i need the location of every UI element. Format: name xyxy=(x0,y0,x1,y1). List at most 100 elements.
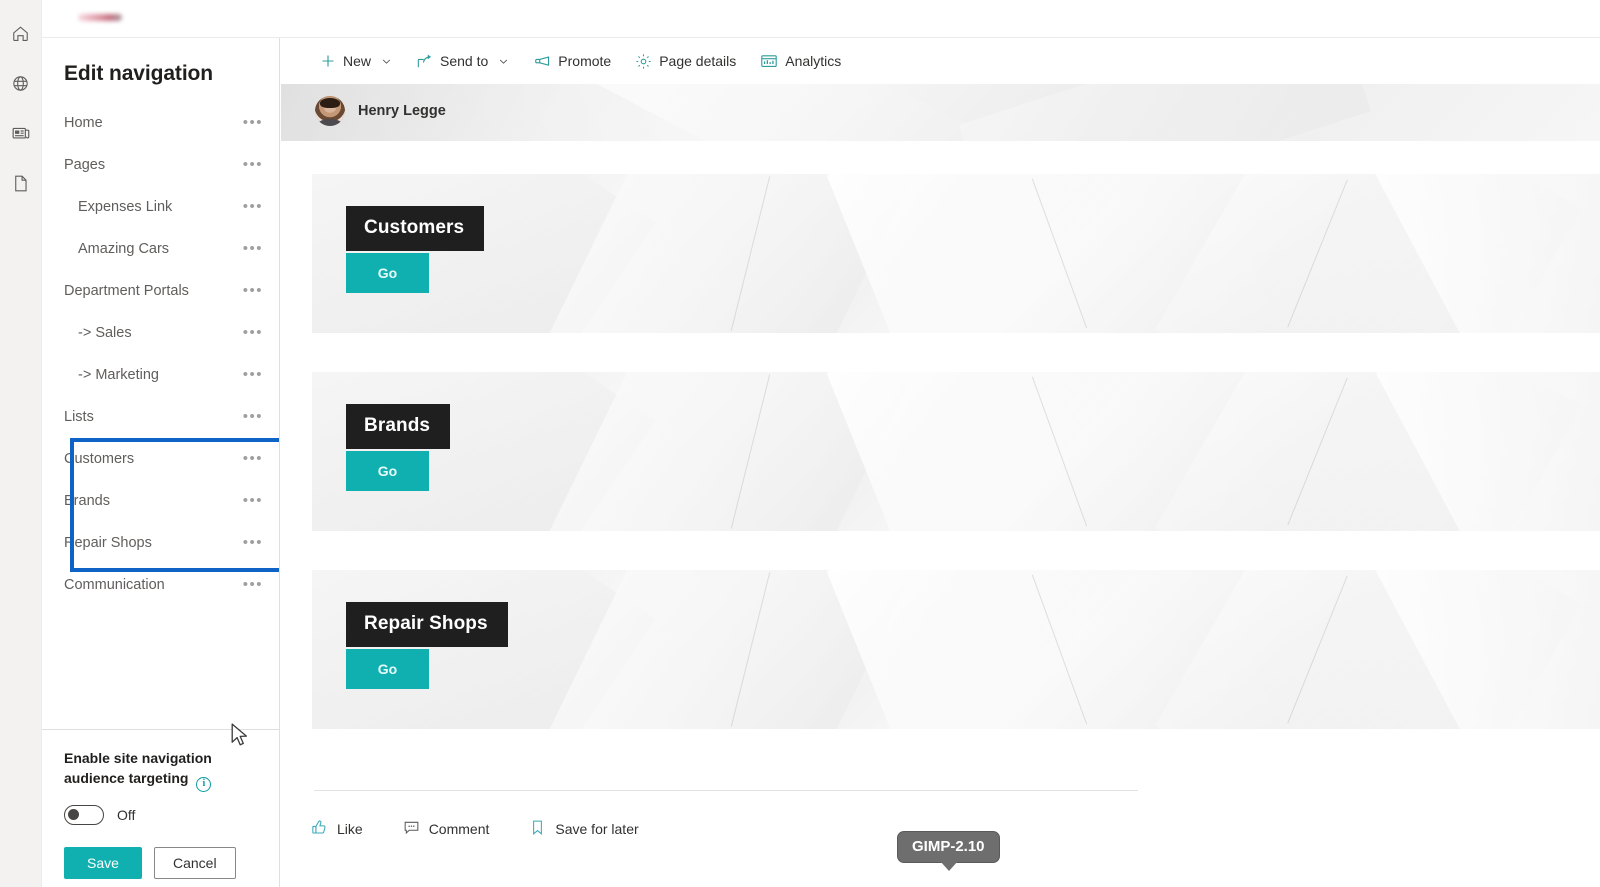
edit-navigation-panel: Edit navigation Home ••• Pages ••• Expen… xyxy=(42,38,280,887)
new-label: New xyxy=(343,53,372,69)
nav-item-more-icon[interactable]: ••• xyxy=(243,199,263,214)
panel-button-row: Save Cancel xyxy=(64,847,261,887)
nav-item-marketing[interactable]: -> Marketing ••• xyxy=(42,354,279,396)
nav-item-more-icon[interactable]: ••• xyxy=(243,451,263,466)
card-go-button[interactable]: Go xyxy=(346,451,429,491)
hero-card-customers[interactable]: Customers Go xyxy=(312,174,1600,333)
like-label: Like xyxy=(337,821,363,837)
brand-strip xyxy=(42,0,1600,38)
nav-item-more-icon[interactable]: ••• xyxy=(243,157,263,172)
nav-item-label: -> Sales xyxy=(78,325,132,341)
nav-item-lists[interactable]: Lists ••• xyxy=(42,396,279,438)
nav-item-label: Home xyxy=(64,115,103,131)
card-title: Repair Shops xyxy=(346,602,508,647)
save-button[interactable]: Save xyxy=(64,847,142,879)
nav-item-pages[interactable]: Pages ••• xyxy=(42,144,279,186)
save-for-later-button[interactable]: Save for later xyxy=(529,819,639,839)
nav-item-sales[interactable]: -> Sales ••• xyxy=(42,312,279,354)
nav-item-expenses-link[interactable]: Expenses Link ••• xyxy=(42,186,279,228)
nav-item-more-icon[interactable]: ••• xyxy=(243,283,263,298)
nav-item-home[interactable]: Home ••• xyxy=(42,102,279,144)
card-body: Customers Go xyxy=(312,174,1600,293)
nav-item-label: Pages xyxy=(64,157,106,173)
share-icon xyxy=(416,53,433,70)
gimp-taskbar-tooltip: GIMP-2.10 xyxy=(897,831,1000,871)
nav-item-label: -> Marketing xyxy=(78,367,159,383)
send-to-label: Send to xyxy=(440,53,489,69)
content-divider xyxy=(314,790,1138,791)
nav-item-brands[interactable]: Brands ••• xyxy=(42,480,279,522)
comment-button[interactable]: Comment xyxy=(403,819,489,839)
chevron-down-icon[interactable] xyxy=(381,56,392,67)
audience-targeting-label: Enable site navigation audience targetin… xyxy=(64,748,240,792)
globe-icon[interactable] xyxy=(0,58,42,108)
page-details-label: Page details xyxy=(659,53,737,69)
card-go-button[interactable]: Go xyxy=(346,253,429,293)
page-details-button[interactable]: Page details xyxy=(624,41,747,81)
nav-item-more-icon[interactable]: ••• xyxy=(243,493,263,508)
nav-item-label: Repair Shops xyxy=(64,535,152,551)
audience-targeting-toggle[interactable] xyxy=(64,805,104,825)
nav-item-label: Department Portals xyxy=(64,283,189,299)
nav-item-repair-shops[interactable]: Repair Shops ••• xyxy=(42,522,279,564)
author-name: Henry Legge xyxy=(358,103,446,119)
nav-item-more-icon[interactable]: ••• xyxy=(243,367,263,382)
site-logo[interactable] xyxy=(76,9,126,26)
hero-card-brands[interactable]: Brands Go xyxy=(312,372,1600,531)
card-title: Customers xyxy=(346,206,485,251)
panel-title: Edit navigation xyxy=(64,62,214,85)
bookmark-icon xyxy=(529,819,546,839)
nav-item-more-icon[interactable]: ••• xyxy=(243,325,263,340)
navigation-item-list: Home ••• Pages ••• Expenses Link ••• Ama… xyxy=(42,102,279,729)
send-to-button[interactable]: Send to xyxy=(405,41,520,81)
mouse-cursor xyxy=(231,723,250,753)
card-body: Repair Shops Go xyxy=(312,570,1600,689)
avatar[interactable] xyxy=(315,96,345,126)
promote-button[interactable]: Promote xyxy=(522,41,622,81)
audience-targeting-toggle-row: Off xyxy=(64,805,261,825)
home-icon[interactable] xyxy=(0,8,42,58)
nav-item-more-icon[interactable]: ••• xyxy=(243,241,263,256)
nav-item-department-portals[interactable]: Department Portals ••• xyxy=(42,270,279,312)
plus-icon xyxy=(320,53,336,69)
promote-label: Promote xyxy=(558,53,612,69)
nav-item-more-icon[interactable]: ••• xyxy=(243,577,263,592)
chevron-down-icon[interactable] xyxy=(498,56,509,67)
card-title: Brands xyxy=(346,404,451,449)
nav-item-label: Brands xyxy=(64,493,110,509)
nav-item-customers[interactable]: Customers ••• xyxy=(42,438,279,480)
gear-icon xyxy=(635,53,652,70)
nav-item-label: Amazing Cars xyxy=(78,241,170,257)
analytics-button[interactable]: Analytics xyxy=(749,41,852,81)
page-header-banner: Henry Legge xyxy=(281,84,1600,141)
page-canvas: Customers Go Brands Go Repair Shops Go L… xyxy=(281,141,1600,887)
command-bar: New Send to Promote Page details Analyti… xyxy=(281,38,1600,84)
card-go-button[interactable]: Go xyxy=(346,649,429,689)
nav-item-label: Expenses Link xyxy=(78,199,173,215)
info-icon[interactable]: i xyxy=(196,777,212,792)
comment-icon xyxy=(403,819,420,839)
new-button[interactable]: New xyxy=(309,41,403,81)
nav-item-amazing-cars[interactable]: Amazing Cars ••• xyxy=(42,228,279,270)
like-button[interactable]: Like xyxy=(311,819,363,839)
toggle-knob xyxy=(68,809,79,820)
analytics-label: Analytics xyxy=(785,53,842,69)
avatar-hair xyxy=(319,97,341,108)
megaphone-icon xyxy=(533,52,551,70)
nav-item-communication[interactable]: Communication ••• xyxy=(42,564,279,606)
sharepoint-page: Edit navigation Home ••• Pages ••• Expen… xyxy=(0,0,1600,887)
audience-targeting-text: Enable site navigation audience targetin… xyxy=(64,750,212,786)
news-icon[interactable] xyxy=(0,108,42,158)
nav-item-label: Customers xyxy=(64,451,135,467)
app-rail xyxy=(0,0,42,887)
card-body: Brands Go xyxy=(312,372,1600,491)
nav-item-label: Communication xyxy=(64,577,165,593)
nav-item-more-icon[interactable]: ••• xyxy=(243,115,263,130)
documents-icon[interactable] xyxy=(0,158,42,208)
tooltip-text: GIMP-2.10 xyxy=(912,838,985,855)
hero-card-repair-shops[interactable]: Repair Shops Go xyxy=(312,570,1600,729)
social-bar: Like Comment Save for later xyxy=(311,819,639,839)
cancel-button[interactable]: Cancel xyxy=(154,847,236,879)
nav-item-more-icon[interactable]: ••• xyxy=(243,409,263,424)
nav-item-more-icon[interactable]: ••• xyxy=(243,535,263,550)
